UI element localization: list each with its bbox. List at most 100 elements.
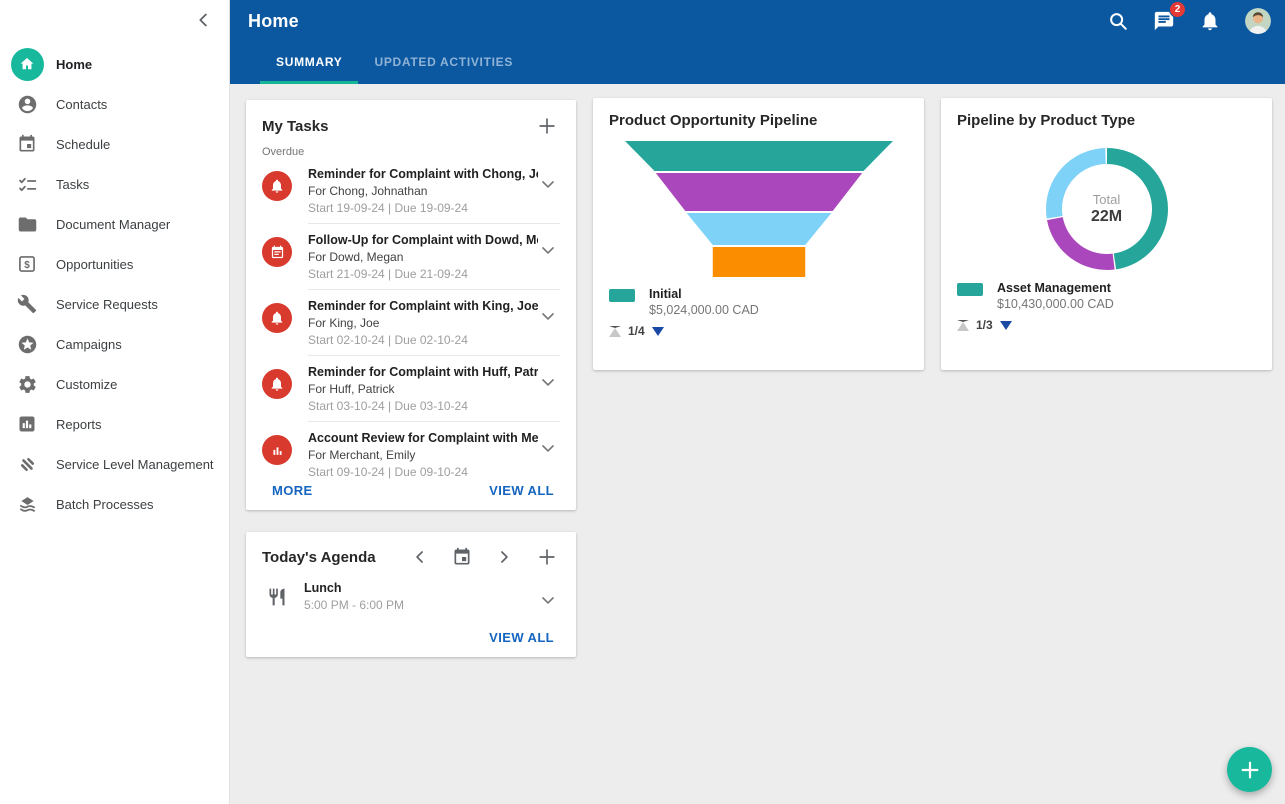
wrench-icon	[8, 294, 46, 314]
expand-task-button[interactable]	[538, 437, 560, 459]
checklist-icon	[8, 174, 46, 195]
my-tasks-title: My Tasks	[262, 118, 328, 135]
task-title: Follow-Up for Complaint with Dowd, Me...	[308, 233, 538, 247]
legend-page-up-icon[interactable]	[957, 320, 969, 331]
task-row[interactable]: Reminder for Complaint with King, Joe - …	[262, 290, 560, 355]
plus-icon	[536, 546, 560, 568]
legend-page-down-icon[interactable]	[1000, 321, 1012, 330]
task-for: For King, Joe	[308, 316, 538, 330]
chevron-down-icon	[538, 438, 560, 458]
sidebar-item-label: Contacts	[56, 97, 107, 112]
task-row[interactable]: Reminder for Complaint with Huff, Patric…	[262, 356, 560, 421]
chevron-down-icon	[538, 372, 560, 392]
plus-icon	[536, 115, 560, 137]
bar-chart-icon	[8, 414, 46, 434]
sidebar-item-opportunities[interactable]: $ Opportunities	[0, 244, 229, 284]
expand-task-button[interactable]	[538, 305, 560, 327]
bar-chart-icon	[262, 435, 292, 465]
star-circle-icon	[8, 334, 46, 355]
sidebar-item-schedule[interactable]: Schedule	[0, 124, 229, 164]
top-bar: Home 2	[230, 0, 1285, 84]
legend-page-up-icon[interactable]	[609, 326, 621, 337]
dollar-square-icon: $	[8, 254, 46, 274]
messages-badge: 2	[1169, 1, 1186, 18]
handshake-icon	[8, 454, 46, 475]
chevron-down-icon	[538, 240, 560, 260]
sidebar-item-label: Opportunities	[56, 257, 133, 272]
sidebar-item-contacts[interactable]: Contacts	[0, 84, 229, 124]
agenda-event-row[interactable]: Lunch 5:00 PM - 6:00 PM	[262, 581, 560, 612]
sidebar-item-service-requests[interactable]: Service Requests	[0, 284, 229, 324]
expand-event-button[interactable]	[538, 589, 560, 611]
expand-task-button[interactable]	[538, 371, 560, 393]
avatar-photo	[1245, 8, 1271, 34]
sidebar-item-label: Home	[56, 57, 92, 72]
calendar-icon	[452, 547, 476, 567]
bell-icon	[262, 303, 292, 333]
task-title: Reminder for Complaint with Huff, Patric…	[308, 365, 538, 379]
event-note-icon	[262, 237, 292, 267]
calendar-icon	[8, 134, 46, 154]
tab-summary[interactable]: SUMMARY	[260, 42, 358, 84]
todays-agenda-card: Today's Agenda Lunch 5:00 PM - 6:00 PM V…	[246, 532, 576, 657]
fab-add-button[interactable]	[1227, 747, 1272, 792]
sidebar-item-home[interactable]: Home	[0, 44, 229, 84]
opportunity-pipeline-card: Product Opportunity Pipeline Initial $5,…	[593, 98, 924, 370]
sidebar-item-label: Customize	[56, 377, 117, 392]
task-row[interactable]: Reminder for Complaint with Chong, Joh..…	[262, 158, 560, 223]
sidebar-item-document-manager[interactable]: Document Manager	[0, 204, 229, 244]
task-for: For Merchant, Emily	[308, 448, 538, 462]
messages-button[interactable]: 2	[1153, 9, 1177, 33]
chevron-down-icon	[538, 590, 560, 610]
sidebar-collapse-button[interactable]	[193, 9, 215, 31]
legend-swatch	[609, 289, 635, 302]
task-row[interactable]: Follow-Up for Complaint with Dowd, Me...…	[262, 224, 560, 289]
sidebar-item-label: Service Level Management	[56, 457, 214, 472]
agenda-next-day-button[interactable]	[494, 545, 518, 569]
user-avatar[interactable]	[1245, 8, 1271, 34]
expand-task-button[interactable]	[538, 239, 560, 261]
event-title: Lunch	[304, 581, 538, 595]
view-all-tasks-button[interactable]: VIEW ALL	[489, 483, 554, 498]
sidebar-item-label: Service Requests	[56, 297, 158, 312]
sidebar-item-customize[interactable]: Customize	[0, 364, 229, 404]
task-title: Account Review for Complaint with Mer...	[308, 431, 538, 445]
view-all-agenda-button[interactable]: VIEW ALL	[489, 630, 554, 645]
sidebar-item-label: Tasks	[56, 177, 89, 192]
bell-icon	[262, 171, 292, 201]
donut-chart-title: Pipeline by Product Type	[957, 112, 1256, 129]
donut-legend: Asset Management $10,430,000.00 CAD	[957, 281, 1256, 311]
legend-page-count: 1/3	[976, 318, 993, 332]
funnel-chart[interactable]	[625, 141, 893, 277]
search-button[interactable]	[1107, 9, 1131, 33]
overdue-label: Overdue	[262, 146, 560, 158]
task-row[interactable]: Account Review for Complaint with Mer...…	[262, 422, 560, 487]
task-dates: Start 21-09-24 | Due 21-09-24	[308, 267, 538, 281]
sidebar-item-batch-processes[interactable]: Batch Processes	[0, 484, 229, 524]
event-time: 5:00 PM - 6:00 PM	[304, 598, 538, 612]
sidebar-item-label: Batch Processes	[56, 497, 154, 512]
task-dates: Start 02-10-24 | Due 02-10-24	[308, 333, 538, 347]
donut-legend-pager: 1/3	[957, 318, 1256, 332]
sidebar-item-tasks[interactable]: Tasks	[0, 164, 229, 204]
gear-icon	[8, 374, 46, 395]
add-event-button[interactable]	[536, 545, 560, 569]
expand-task-button[interactable]	[538, 173, 560, 195]
funnel-legend: Initial $5,024,000.00 CAD	[609, 287, 908, 317]
donut-chart[interactable]	[1045, 147, 1169, 271]
more-button[interactable]: MORE	[272, 483, 313, 498]
agenda-prev-day-button[interactable]	[410, 545, 434, 569]
main-content: My Tasks Overdue Reminder for Complaint …	[230, 84, 1285, 804]
sidebar-item-service-level-management[interactable]: Service Level Management	[0, 444, 229, 484]
legend-page-down-icon[interactable]	[652, 327, 664, 336]
sidebar-item-reports[interactable]: Reports	[0, 404, 229, 444]
restaurant-icon	[262, 587, 292, 607]
legend-value: $5,024,000.00 CAD	[649, 303, 759, 317]
funnel-chart-title: Product Opportunity Pipeline	[609, 112, 908, 129]
add-task-button[interactable]	[536, 114, 560, 138]
task-for: For Dowd, Megan	[308, 250, 538, 264]
sidebar-item-campaigns[interactable]: Campaigns	[0, 324, 229, 364]
tab-updated-activities[interactable]: UPDATED ACTIVITIES	[358, 42, 529, 84]
agenda-calendar-button[interactable]	[452, 545, 476, 569]
notifications-button[interactable]	[1199, 9, 1223, 33]
